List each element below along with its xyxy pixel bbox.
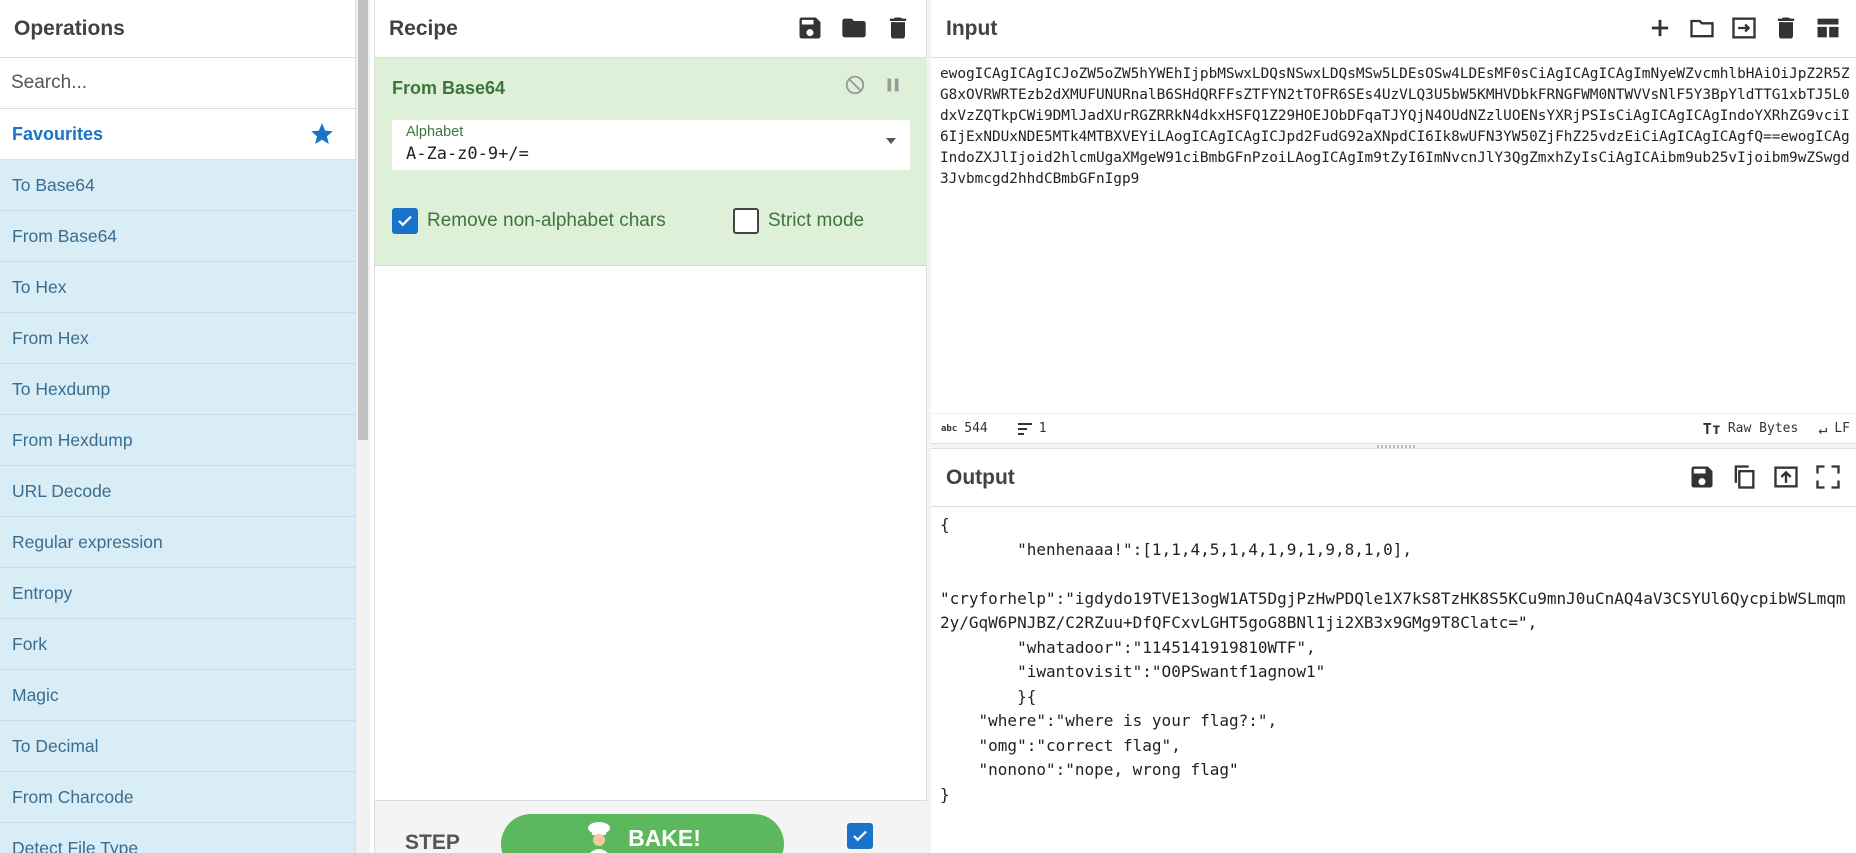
encoding-selector[interactable]: Tт Raw Bytes (1703, 420, 1799, 438)
replace-input-icon[interactable] (1772, 463, 1800, 491)
trash-icon[interactable] (884, 14, 912, 42)
layout-icon[interactable] (1814, 14, 1842, 42)
abc-icon: abc (941, 423, 958, 434)
io-panel: Input ewogICAgICAgICJoZW5oZW5hYWEhIjpbMS… (931, 0, 1856, 853)
chef-icon (588, 822, 611, 853)
bake-button[interactable]: BAKE! (501, 814, 784, 853)
op-item-magic[interactable]: Magic (0, 670, 355, 721)
recipe-operation-from-base64[interactable]: From Base64 Alphabet A-Za-z0-9+/= Remove… (375, 58, 928, 266)
op-item-to-hex[interactable]: To Hex (0, 262, 355, 313)
output-title: Output (946, 465, 1015, 489)
recipe-title-bar: Recipe (375, 0, 926, 58)
checkmark-icon (398, 215, 412, 227)
operations-scrollbar-thumb[interactable] (358, 0, 368, 440)
chevron-down-icon[interactable] (886, 138, 896, 144)
recipe-title: Recipe (389, 16, 458, 40)
op-item-entropy[interactable]: Entropy (0, 568, 355, 619)
checkmark-icon (853, 830, 867, 842)
auto-bake-checkbox[interactable] (847, 823, 873, 849)
trash-icon[interactable] (1772, 14, 1800, 42)
alphabet-select[interactable]: Alphabet A-Za-z0-9+/= (392, 120, 910, 170)
line-count: 1 (1017, 421, 1047, 436)
output-panel: Output { "henhenaaa!":[1,1,4,5,1,4,1,9,1… (931, 449, 1856, 853)
operations-panel: Operations Favourites To Base64 From Bas… (0, 0, 356, 853)
op-item-from-hexdump[interactable]: From Hexdump (0, 415, 355, 466)
op-item-regular-expression[interactable]: Regular expression (0, 517, 355, 568)
operations-scrollbar[interactable] (356, 0, 370, 853)
char-count-value: 544 (964, 421, 988, 436)
resize-grip[interactable] (1377, 445, 1417, 448)
save-icon[interactable] (1688, 463, 1716, 491)
copy-icon[interactable] (1730, 463, 1758, 491)
op-item-from-hex[interactable]: From Hex (0, 313, 355, 364)
folder-icon[interactable] (840, 14, 868, 42)
open-folder-icon[interactable] (1688, 14, 1716, 42)
remove-non-alphabet-option[interactable]: Remove non-alphabet chars (392, 208, 666, 234)
output-text[interactable]: { "henhenaaa!":[1,1,4,5,1,4,1,9,1,9,8,1,… (940, 513, 1850, 807)
star-icon[interactable] (309, 121, 335, 147)
search-input[interactable] (0, 72, 355, 94)
eol-label: LF (1834, 421, 1850, 436)
add-icon[interactable] (1646, 14, 1674, 42)
op-item-to-decimal[interactable]: To Decimal (0, 721, 355, 772)
line-count-value: 1 (1038, 421, 1047, 436)
eol-selector[interactable]: ↵ LF (1818, 420, 1850, 438)
bake-label: BAKE! (628, 824, 701, 851)
op-item-fork[interactable]: Fork (0, 619, 355, 670)
pause-icon[interactable] (882, 74, 904, 96)
strict-mode-option[interactable]: Strict mode (733, 208, 864, 234)
remove-non-alphabet-checkbox[interactable] (392, 208, 418, 234)
encoding-label: Raw Bytes (1727, 421, 1799, 436)
disable-icon[interactable] (844, 74, 866, 96)
favourites-label: Favourites (12, 123, 104, 144)
op-item-from-base64[interactable]: From Base64 (0, 211, 355, 262)
strict-mode-checkbox[interactable] (733, 208, 759, 234)
alphabet-label: Alphabet (406, 124, 464, 140)
remove-non-alphabet-label: Remove non-alphabet chars (427, 210, 666, 231)
input-title: Input (946, 16, 998, 40)
recipe-operation-title: From Base64 (392, 78, 506, 98)
operations-list: To Base64 From Base64 To Hex From Hex To… (0, 160, 355, 853)
cyberchef-app: Operations Favourites To Base64 From Bas… (0, 0, 1856, 853)
open-file-icon[interactable] (1730, 14, 1758, 42)
char-count: abc 544 (941, 421, 988, 436)
output-title-bar: Output (931, 449, 1856, 507)
search-bar (0, 58, 355, 109)
alphabet-value: A-Za-z0-9+/= (406, 144, 529, 164)
return-icon: ↵ (1818, 419, 1828, 438)
input-title-bar: Input (931, 0, 1856, 58)
favourites-category[interactable]: Favourites (0, 109, 355, 160)
input-textarea[interactable]: ewogICAgICAgICJoZW5oZW5hYWEhIjpbMSwxLDQs… (940, 64, 1850, 190)
op-item-to-base64[interactable]: To Base64 (0, 160, 355, 211)
maximise-icon[interactable] (1814, 463, 1842, 491)
input-status-bar: abc 544 1 Tт Raw Bytes ↵ LF (931, 413, 1856, 443)
bake-bar: STEP BAKE! (375, 800, 928, 853)
op-item-url-decode[interactable]: URL Decode (0, 466, 355, 517)
operations-title: Operations (0, 0, 355, 58)
op-item-detect-file-type[interactable]: Detect File Type (0, 823, 355, 853)
strict-mode-label: Strict mode (768, 210, 865, 231)
recipe-panel: Recipe From Base64 Alphabet A-Za-z0-9+/= (374, 0, 928, 853)
op-item-from-charcode[interactable]: From Charcode (0, 772, 355, 823)
text-size-icon: Tт (1702, 419, 1721, 438)
op-item-to-hexdump[interactable]: To Hexdump (0, 364, 355, 415)
lines-icon (1017, 422, 1032, 435)
save-icon[interactable] (796, 14, 824, 42)
step-button[interactable]: STEP (405, 831, 460, 853)
